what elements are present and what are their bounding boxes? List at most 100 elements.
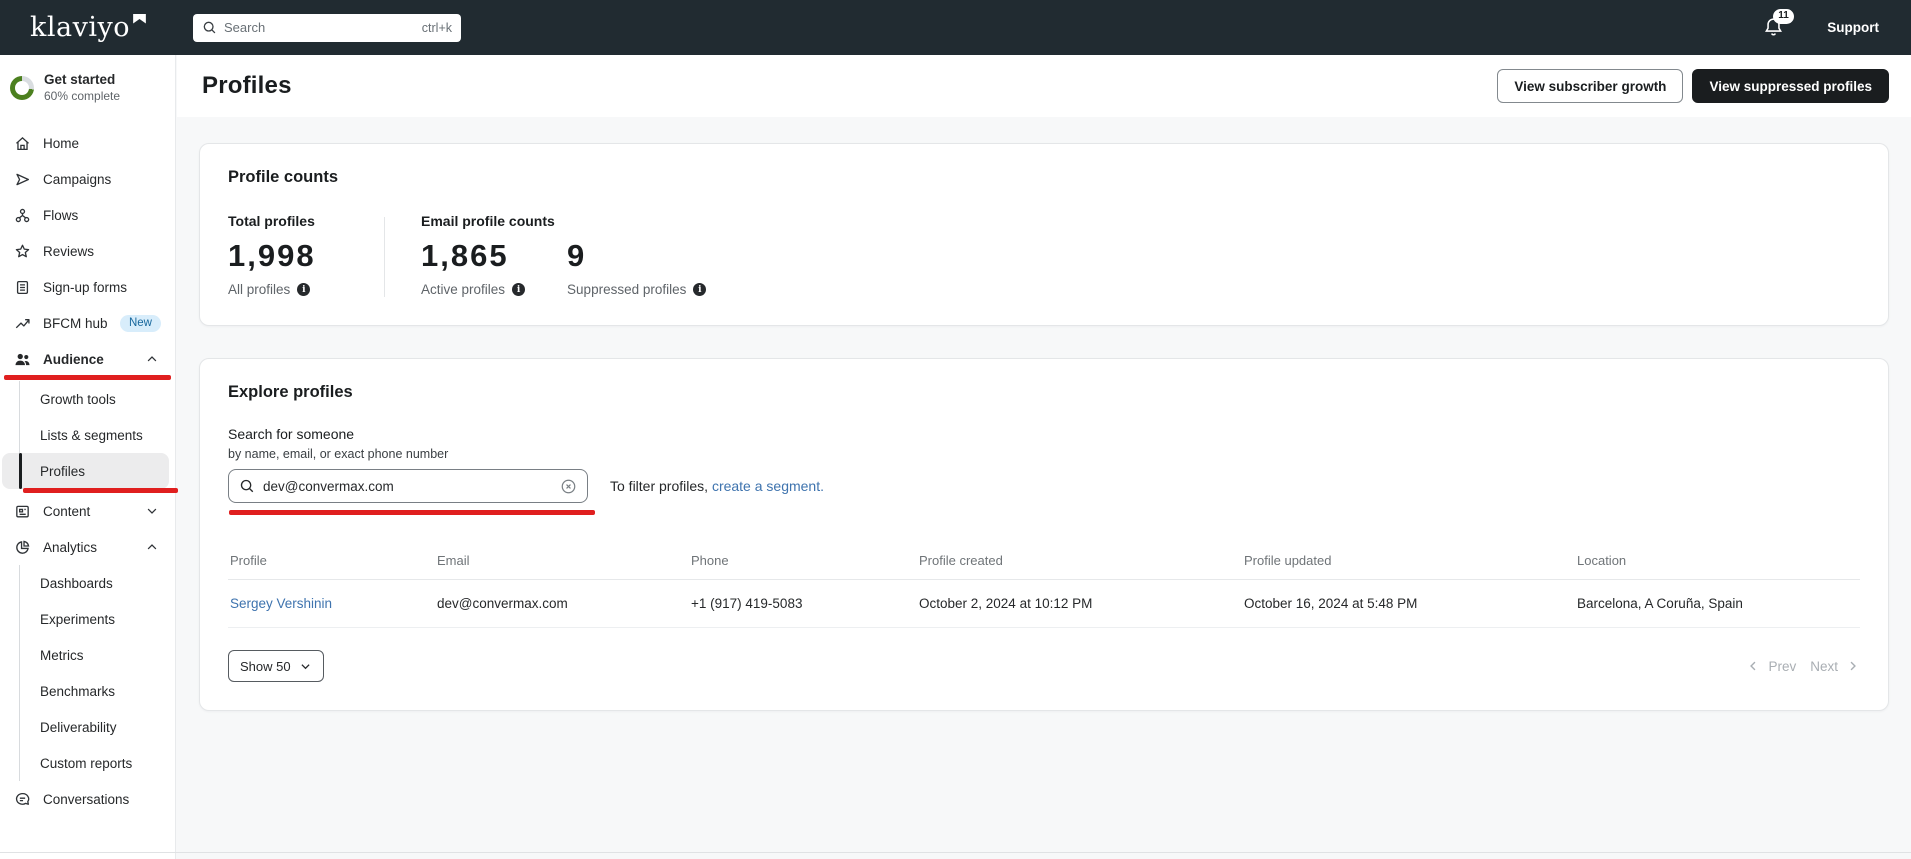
sidebar-item-conversations[interactable]: Conversations [0,781,175,817]
clear-search-icon[interactable] [560,478,577,495]
home-icon [13,134,31,152]
sidebar-item-custom-reports[interactable]: Custom reports [0,745,169,781]
active-profiles-value: 1,865 [421,238,525,274]
sidebar-item-label: Content [43,504,90,519]
notifications-button[interactable]: 11 [1763,16,1787,40]
sidebar-item-label: Growth tools [40,392,116,407]
sidebar-item-bfcm-hub[interactable]: BFCM hub New [0,305,175,341]
content-area: Profile counts Total profiles 1,998 All … [177,143,1911,711]
sidebar-item-analytics[interactable]: Analytics [0,529,175,565]
suppressed-profiles-sublabel: Suppressed profiles [567,282,706,297]
search-hint-label: by name, email, or exact phone number [228,447,1860,461]
total-profiles-stat: Total profiles 1,998 All profiles [228,213,356,297]
sidebar-item-label: BFCM hub [43,316,108,331]
next-page-button[interactable]: Next [1810,659,1860,674]
sidebar-item-label: Sign-up forms [43,280,127,295]
sidebar-item-label: Flows [43,208,78,223]
chevron-up-icon [145,352,159,366]
header-actions: View subscriber growth View suppressed p… [1497,69,1889,103]
view-subscriber-growth-button[interactable]: View subscriber growth [1497,69,1683,103]
page-size-label: Show 50 [240,659,291,674]
get-started-item[interactable]: Get started 60% complete [10,67,165,109]
notification-count-badge: 11 [1773,9,1794,24]
sidebar-item-label: Metrics [40,648,84,663]
sidebar-item-content[interactable]: Content [0,493,175,529]
sidebar-item-lists-segments[interactable]: Lists & segments [0,417,169,453]
sidebar-item-metrics[interactable]: Metrics [0,637,169,673]
active-profiles-text: Active profiles [421,282,505,297]
form-icon [13,278,31,296]
get-started-title: Get started [44,72,120,89]
content-icon [13,502,31,520]
klaviyo-profiles-page: { "topbar": { "logo_text": "klaviyo", "s… [0,0,1911,859]
sidebar-item-label: Campaigns [43,172,111,187]
global-search-input[interactable] [224,20,415,35]
column-header-email: Email [435,545,689,580]
sidebar-item-reviews[interactable]: Reviews [0,233,175,269]
main-content: Profiles View subscriber growth View sup… [177,55,1911,859]
chevron-up-icon [145,540,159,554]
stats-divider [384,217,385,297]
sidebar-item-experiments[interactable]: Experiments [0,601,169,637]
sidebar-item-signup-forms[interactable]: Sign-up forms [0,269,175,305]
column-header-location: Location [1575,545,1860,580]
profile-created-cell: October 2, 2024 at 10:12 PM [917,580,1242,628]
profile-search-input[interactable] [263,479,552,494]
annotation-underline-profiles [23,488,178,493]
profile-search-field[interactable] [228,469,588,503]
sidebar-item-label: Profiles [40,464,85,479]
chat-bubble-icon [13,790,31,808]
email-profile-counts-stat: Email profile counts 1,865 Active profil… [421,213,706,297]
chevron-right-icon [1846,659,1860,673]
star-icon [13,242,31,260]
profile-counts-card: Profile counts Total profiles 1,998 All … [199,143,1889,326]
support-link[interactable]: Support [1827,20,1879,35]
page-size-dropdown[interactable]: Show 50 [228,650,324,682]
info-icon[interactable] [693,283,706,296]
view-suppressed-profiles-button[interactable]: View suppressed profiles [1692,69,1889,103]
sidebar-item-label: Deliverability [40,720,117,735]
sidebar-item-benchmarks[interactable]: Benchmarks [0,673,169,709]
sidebar-item-audience[interactable]: Audience [0,341,175,377]
annotation-underline-audience [4,375,171,380]
info-icon[interactable] [297,283,310,296]
new-badge: New [120,315,161,332]
sidebar-item-campaigns[interactable]: Campaigns [0,161,175,197]
sidebar-item-dashboards[interactable]: Dashboards [0,565,169,601]
suppressed-profiles-text: Suppressed profiles [567,282,686,297]
filter-profiles-note: To filter profiles, create a segment. [610,478,824,494]
sidebar-item-profiles[interactable]: Profiles [2,453,169,489]
prev-page-button[interactable]: Prev [1746,659,1796,674]
sidebar-item-label: Analytics [43,540,97,555]
klaviyo-logo[interactable]: klaviyo [30,12,146,43]
profile-name-link[interactable]: Sergey Vershinin [230,596,332,611]
get-started-progress: 60% complete [44,89,120,104]
table-header-row: Profile Email Phone Profile created Prof… [228,545,1860,580]
table-row: Sergey Vershinin dev@convermax.com +1 (9… [228,580,1860,628]
sidebar-item-label: Custom reports [40,756,132,771]
suppressed-profiles-value: 9 [567,238,706,274]
info-icon[interactable] [512,283,525,296]
create-segment-link[interactable]: create a segment. [712,478,824,494]
page-title: Profiles [202,72,292,100]
suppressed-profiles-stat: 9 Suppressed profiles [567,229,706,297]
sidebar-item-home[interactable]: Home [0,125,175,161]
sidebar-item-deliverability[interactable]: Deliverability [0,709,169,745]
profile-search-row: To filter profiles, create a segment. [228,469,1860,503]
chevron-left-icon [1746,659,1760,673]
send-icon [13,170,31,188]
explore-profiles-card: Explore profiles Search for someone by n… [199,358,1889,711]
search-icon [239,478,255,494]
profile-updated-cell: October 16, 2024 at 5:48 PM [1242,580,1575,628]
topbar: klaviyo ctrl+k 11 Support [0,0,1911,55]
sidebar-item-growth-tools[interactable]: Growth tools [0,381,169,417]
audience-icon [13,350,31,368]
sidebar: Get started 60% complete Home Campaigns … [0,55,176,859]
klaviyo-flag-icon [133,14,146,24]
total-profiles-label: Total profiles [228,213,356,229]
global-search[interactable]: ctrl+k [193,14,461,42]
chevron-down-icon [299,660,312,673]
trending-up-icon [13,314,31,332]
flows-icon [13,206,31,224]
sidebar-item-flows[interactable]: Flows [0,197,175,233]
